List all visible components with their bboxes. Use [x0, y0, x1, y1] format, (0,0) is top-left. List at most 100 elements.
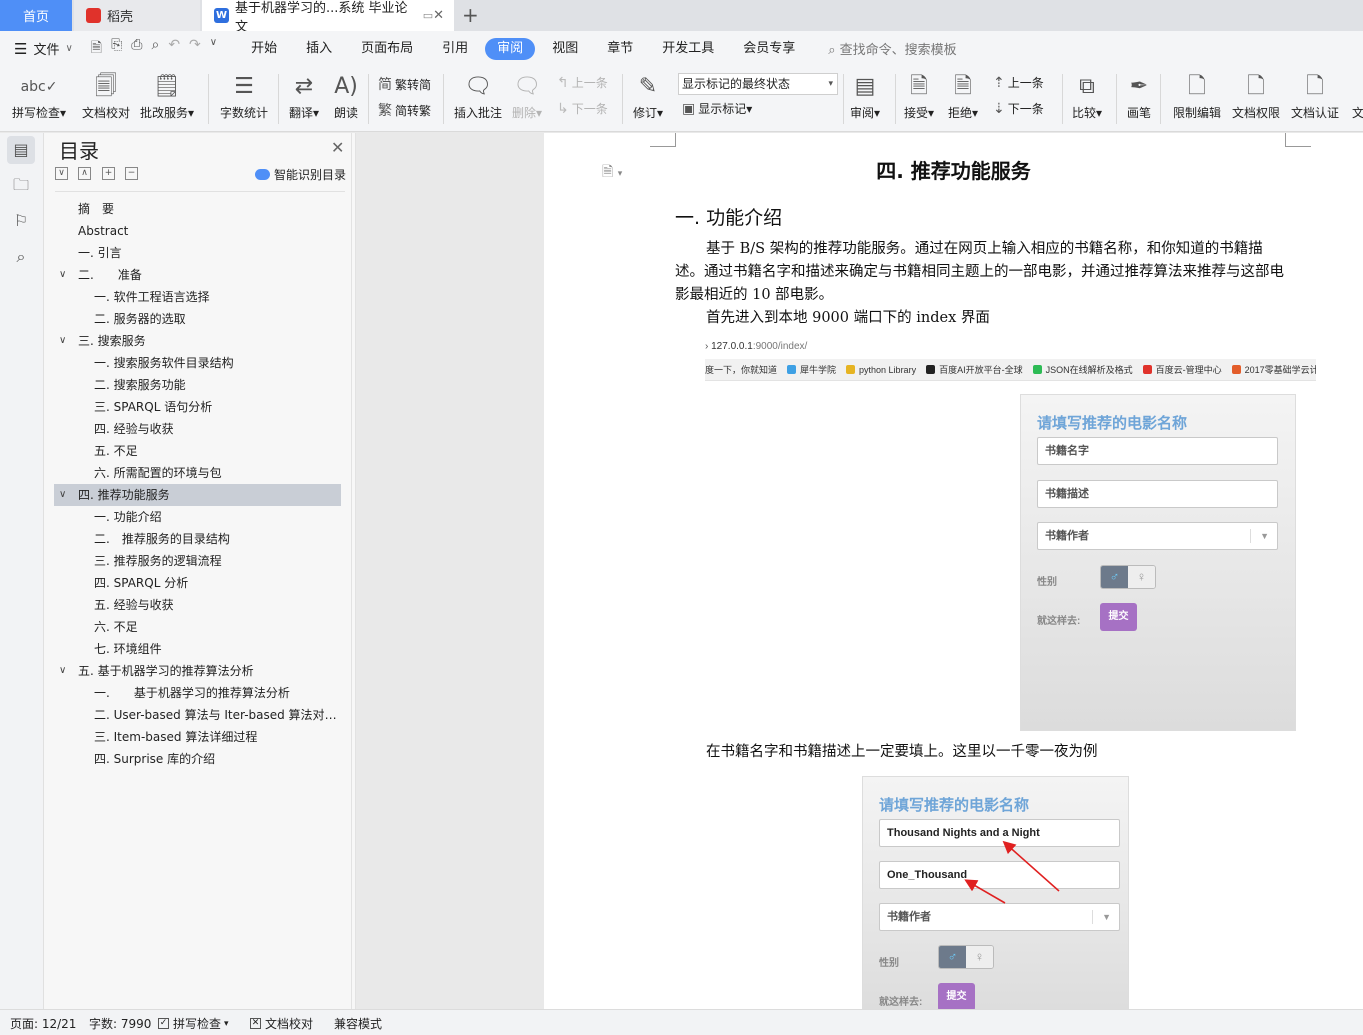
toc-item[interactable]: 七. 环境组件 [54, 638, 341, 660]
tab-document[interactable]: W 基于机器学习的...系统 毕业论文 ▭ ✕ [202, 0, 454, 35]
revise-button[interactable]: ✎ 修订▾ [633, 70, 663, 121]
read-aloud-button[interactable]: A) 朗读 [334, 70, 358, 121]
customize-chevron-icon[interactable]: ∨ [210, 37, 217, 61]
export-pdf-icon[interactable]: ⎘ [111, 37, 122, 61]
prev-change-button[interactable]: ⇡ 上一条 [993, 74, 1044, 91]
menu-tab-6[interactable]: 章节 [595, 38, 645, 60]
doc-auth-button[interactable]: 🗋 文档认证 [1291, 70, 1339, 121]
toc-item[interactable]: ∨ 二. 准备 [54, 264, 341, 286]
markup-state-value: 显示标记的最终状态 [682, 77, 791, 91]
menu-tab-3[interactable]: 引用 [430, 38, 480, 60]
toc-panel-icon[interactable]: ▤ [7, 136, 35, 164]
close-tab-icon[interactable]: ✕ [433, 8, 444, 23]
next-change-button[interactable]: ⇣ 下一条 [993, 100, 1044, 117]
command-search[interactable]: ⌕ 查找命令、搜索模板 [828, 39, 956, 58]
compare-button[interactable]: ⧉ 比较▾ [1072, 70, 1102, 121]
more-ribbon-button[interactable]: 文 [1352, 70, 1363, 121]
undo-icon[interactable]: ↶ [168, 37, 180, 61]
toc-item[interactable]: ∨ 三. 搜索服务 [54, 330, 341, 352]
menu-tab-4[interactable]: 审阅 [485, 37, 536, 60]
translate-button[interactable]: ⇄ 翻译▾ [289, 70, 319, 121]
toc-item[interactable]: Abstract [54, 220, 341, 242]
trad-to-simp-button[interactable]: 简繁转简 [378, 74, 431, 94]
new-tab-button[interactable]: + [462, 3, 482, 27]
submit-label: 就这样去: [1037, 616, 1081, 627]
smart-toc-button[interactable]: 智能识别目录 [255, 166, 346, 183]
menu-tab-1[interactable]: 插入 [294, 38, 344, 60]
toc-item[interactable]: 三. SPARQL 语句分析 [54, 396, 341, 418]
toc-item[interactable]: ∨ 五. 基于机器学习的推荐算法分析 [54, 660, 341, 682]
reject-button[interactable]: 🗎 拒绝▾ [948, 70, 978, 121]
word-count-indicator[interactable]: 字数: 7990 [89, 1015, 151, 1032]
redo-icon[interactable]: ↷ [189, 37, 201, 61]
tab-home[interactable]: 首页 [0, 0, 72, 31]
review-pane-button[interactable]: ▤ 审阅▾ [850, 70, 880, 121]
toc-item[interactable]: 一. 基于机器学习的推荐算法分析 [54, 682, 341, 704]
toc-item[interactable]: 五. 经验与收获 [54, 594, 341, 616]
prev-comment-button[interactable]: ↰ 上一条 [557, 74, 608, 91]
next-comment-button[interactable]: ↳ 下一条 [557, 100, 608, 117]
status-spell-check[interactable]: ✓ 拼写检查 ▾ [158, 1015, 229, 1032]
toc-item[interactable]: 二. 服务器的选取 [54, 308, 341, 330]
remove-heading-icon[interactable]: − [125, 167, 138, 180]
close-icon[interactable]: ✕ [331, 138, 344, 157]
pen-button[interactable]: ✒ 画笔 [1127, 70, 1151, 121]
toc-item[interactable]: ∨ 四. 推荐功能服务 [54, 484, 341, 506]
toc-item[interactable]: 六. 所需配置的环境与包 [54, 462, 341, 484]
add-heading-icon[interactable]: + [102, 167, 115, 180]
doc-proof-button[interactable]: 🗐 文档校对 [82, 70, 130, 121]
monitor-icon[interactable]: ▭ [423, 9, 433, 22]
toc-item[interactable]: 三. 推荐服务的逻辑流程 [54, 550, 341, 572]
toc-item[interactable]: 五. 不足 [54, 440, 341, 462]
toc-item[interactable]: 二. User-based 算法与 Iter-based 算法对比分析 [54, 704, 341, 726]
toc-item[interactable]: 三. Item-based 算法详细过程 [54, 726, 341, 748]
print-icon[interactable]: ⎙ [131, 37, 142, 61]
collapse-all-icon[interactable]: ∨ [55, 167, 68, 180]
accept-button[interactable]: 🗎 接受▾ [904, 70, 934, 121]
spell-check-button[interactable]: abc✓ 拼写检查▾ [12, 70, 66, 121]
toc-item[interactable]: 四. SPARQL 分析 [54, 572, 341, 594]
plus-icon: + [462, 3, 479, 27]
toc-item[interactable]: 一. 软件工程语言选择 [54, 286, 341, 308]
compare-label: 比较 [1072, 106, 1097, 120]
toc-item[interactable]: 摘 要 [54, 198, 341, 220]
simp-to-trad-button[interactable]: 繁简转繁 [378, 100, 431, 120]
bookmark-icon[interactable]: ⚐ [7, 207, 35, 235]
restrict-edit-button[interactable]: 🗋 限制编辑 [1173, 70, 1221, 121]
file-menu[interactable]: ☰ 文件 ∨ [14, 39, 73, 59]
toc-item[interactable]: 一. 搜索服务软件目录结构 [54, 352, 341, 374]
print-preview-icon[interactable]: ⌕ [151, 37, 159, 61]
save-icon[interactable]: 🗎 [91, 37, 102, 61]
toc-item[interactable]: 四. 经验与收获 [54, 418, 341, 440]
toc-item[interactable]: 二. 推荐服务的目录结构 [54, 528, 341, 550]
menu-tab-7[interactable]: 开发工具 [650, 38, 726, 60]
chevron-down-icon[interactable]: ∨ [59, 484, 66, 506]
insert-comment-button[interactable]: 🗨 插入批注 [454, 70, 502, 121]
chevron-down-icon[interactable]: ∨ [59, 330, 66, 352]
more-ribbon-label: 文 [1352, 106, 1363, 120]
chevron-down-icon[interactable]: ∨ [59, 660, 66, 682]
delete-comment-button[interactable]: 🗨 删除▾ [512, 70, 542, 121]
page-indicator[interactable]: 页面: 12/21 [10, 1015, 76, 1032]
ribbon-divider [278, 74, 279, 124]
doc-permission-button[interactable]: 🗋 文档权限 [1232, 70, 1280, 121]
toc-item[interactable]: 四. Surprise 库的介绍 [54, 748, 341, 770]
toc-item[interactable]: 一. 功能介绍 [54, 506, 341, 528]
batch-service-button[interactable]: 🗒 批改服务▾ [140, 70, 194, 121]
show-markup-button[interactable]: ▣ 显示标记 ▾ [682, 100, 752, 117]
menu-tab-8[interactable]: 会员专享 [731, 38, 807, 60]
status-doc-proof[interactable]: ✕ 文档校对 [250, 1015, 313, 1032]
menu-tab-5[interactable]: 视图 [540, 38, 590, 60]
toc-item[interactable]: 二. 搜索服务功能 [54, 374, 341, 396]
menu-tab-0[interactable]: 开始 [239, 38, 289, 60]
toc-item[interactable]: 六. 不足 [54, 616, 341, 638]
chevron-down-icon[interactable]: ∨ [59, 264, 66, 286]
word-count-button[interactable]: ☰ 字数统计 [220, 70, 268, 121]
menu-tab-2[interactable]: 页面布局 [349, 38, 425, 60]
markup-state-select[interactable]: 显示标记的最终状态 ▾ [678, 73, 838, 95]
tab-daoke[interactable]: 稻壳 [74, 0, 200, 31]
expand-up-icon[interactable]: ∧ [78, 167, 91, 180]
chapter-icon[interactable]: 🗀 [7, 171, 35, 199]
search-icon[interactable]: ⌕ [7, 243, 35, 271]
toc-item[interactable]: 一. 引言 [54, 242, 341, 264]
